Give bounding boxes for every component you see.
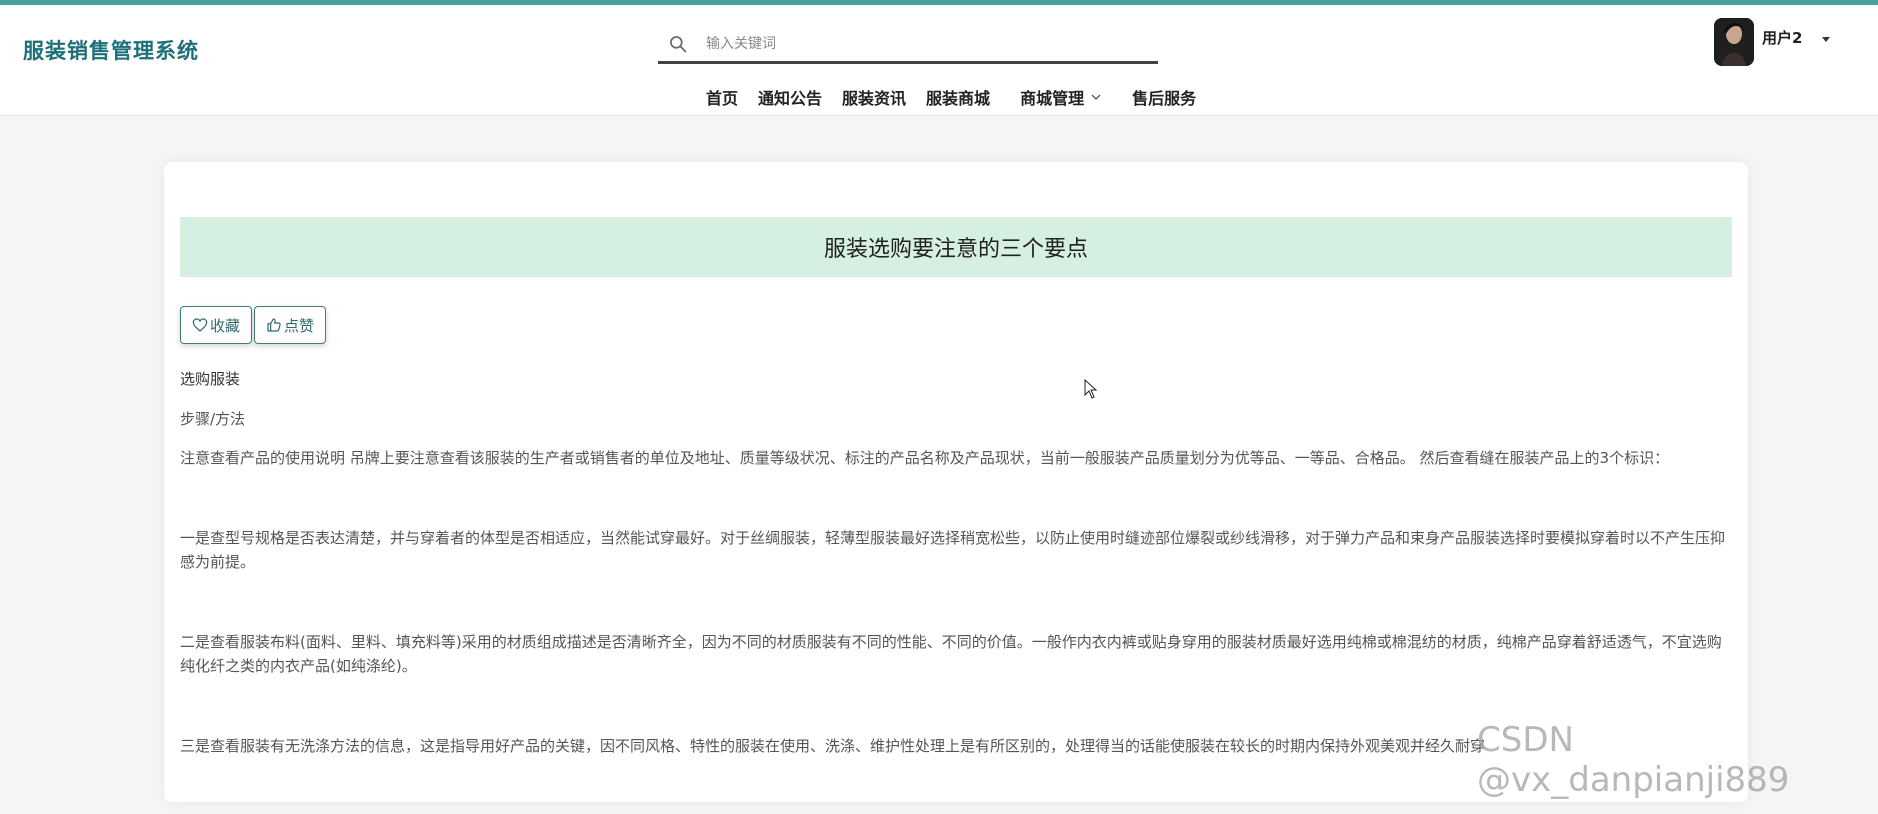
watermark: CSDN @vx_danpianji889: [1477, 720, 1790, 800]
article-paragraph: 一是查型号规格是否表达清楚，并与穿着者的体型是否相适应，当然能试穿最好。对于丝绸…: [180, 529, 1726, 571]
main-nav: 首页 通知公告 服装资讯 服装商城 商城管理 售后服务: [706, 85, 1216, 109]
article-heading: 选购服装: [180, 370, 241, 388]
thumbs-up-icon: [267, 318, 281, 332]
collect-button[interactable]: 收藏: [180, 306, 253, 344]
article-subheading: 步骤/方法: [180, 410, 246, 428]
collect-label: 收藏: [210, 316, 241, 335]
user-menu[interactable]: 用户2: [1714, 17, 1831, 67]
article-title: 服装选购要注意的三个要点: [180, 217, 1732, 277]
heart-icon: [192, 318, 208, 332]
avatar[interactable]: [1714, 18, 1754, 66]
nav-item-news[interactable]: 服装资讯: [842, 85, 906, 109]
header: 服装销售管理系统 用户2 首页 通知公告 服装资讯 服装商城 商城管理: [0, 5, 1878, 116]
user-name[interactable]: 用户2: [1762, 27, 1802, 48]
search-bar[interactable]: [658, 28, 1158, 64]
nav-item-notices[interactable]: 通知公告: [758, 85, 822, 109]
chevron-down-icon: [1091, 94, 1101, 100]
caret-down-icon[interactable]: [1822, 36, 1831, 42]
article-card: 服装选购要注意的三个要点 收藏 点赞 选购服装 步骤/方法 注意查看产品的使用说…: [164, 162, 1748, 802]
nav-item-mall-manage[interactable]: 商城管理: [1020, 85, 1102, 109]
brand-title[interactable]: 服装销售管理系统: [23, 35, 199, 65]
like-label: 点赞: [284, 316, 315, 335]
like-button[interactable]: 点赞: [254, 306, 327, 344]
nav-item-after-sales[interactable]: 售后服务: [1132, 85, 1196, 109]
action-buttons: 收藏 点赞: [180, 306, 328, 344]
mouse-cursor-icon: [1084, 379, 1098, 399]
search-input[interactable]: [706, 32, 1136, 56]
nav-item-home[interactable]: 首页: [706, 85, 738, 109]
nav-item-mall-manage-label: 商城管理: [1020, 89, 1085, 108]
article-paragraph: 注意查看产品的使用说明 吊牌上要注意查看该服装的生产者或销售者的单位及地址、质量…: [180, 449, 1670, 467]
nav-item-mall[interactable]: 服装商城: [926, 85, 990, 109]
article-paragraph: 二是查看服装布料(面料、里料、填充料等)采用的材质组成描述是否清晰齐全，因为不同…: [180, 633, 1722, 675]
search-icon[interactable]: [668, 34, 688, 54]
